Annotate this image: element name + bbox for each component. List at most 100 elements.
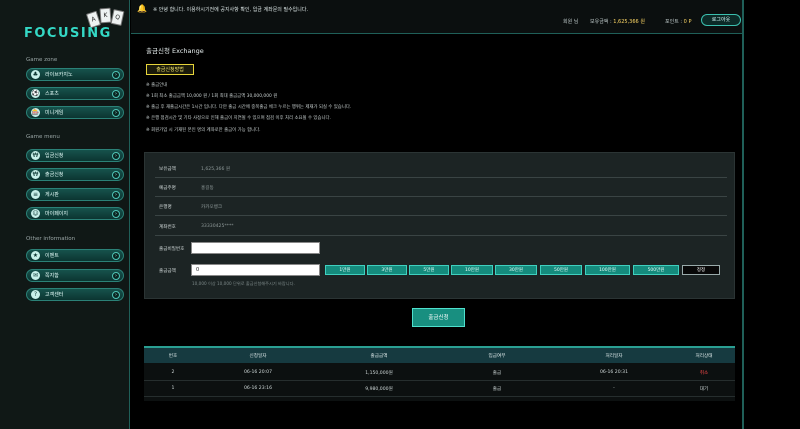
table-cell: 06-16 20:31 xyxy=(599,370,629,375)
column-header: 처리상태 xyxy=(695,354,713,359)
form-label: 은행명 xyxy=(159,205,172,210)
amount-chip-10000[interactable]: 1만원 xyxy=(325,265,365,275)
amount-chip-1000000[interactable]: 100만원 xyxy=(585,265,630,275)
support-icon: ? xyxy=(31,290,40,299)
withdraw-method-button[interactable]: 출금신청방법 xyxy=(146,64,194,75)
nav-label: 게시판 xyxy=(45,192,59,198)
site-logo[interactable]: A K Q FOCUSING xyxy=(24,7,128,44)
info-line: ※ 출금 후 재출금시간은 1시간 입니다. 다만 출금 시간에 중복출금 체크… xyxy=(146,105,352,110)
chevron-right-icon: › xyxy=(112,190,120,199)
withdraw-form: 보유금액 1,625,366 원 예금주명 홍길동 은행명 카카오뱅크 계좌번호… xyxy=(144,152,735,299)
form-value: 카카오뱅크 xyxy=(201,205,223,210)
table-header: 번호 신청일자 출금금액 입금여부 처리일자 처리상태 xyxy=(144,346,735,363)
point-label: 포인트 : xyxy=(665,19,683,25)
table-cell: 9,980,000원 xyxy=(365,387,393,392)
nav-item-withdraw[interactable]: ₩ 출금신청 › xyxy=(26,168,124,181)
chevron-right-icon: › xyxy=(112,209,120,218)
amount-chip-300000[interactable]: 30만원 xyxy=(495,265,537,275)
amount-hint: 10,000 이상 10,000 단위로 출금신청해주시기 바랍니다. xyxy=(192,281,295,286)
nav-label: 스포츠 xyxy=(45,91,59,97)
form-label: 출금비밀번호 xyxy=(159,247,185,252)
amount-reset-button[interactable]: 정정 xyxy=(682,265,720,275)
nav-label: 출금신청 xyxy=(45,172,64,178)
column-header: 입금여부 xyxy=(488,354,506,359)
top-bar: 🔔 ※ 안녕 합니다. 이용하시기전에 공지사항 확인, 입금 계좌문의 필수입… xyxy=(131,0,742,34)
nav-label: 마이페이지 xyxy=(45,211,69,217)
balance-label: 보유금액 : xyxy=(590,19,612,25)
nav-item-event[interactable]: ★ 이벤트 › xyxy=(26,249,124,262)
form-value: 홍길동 xyxy=(201,186,214,191)
bell-icon: 🔔 xyxy=(137,4,147,13)
chevron-right-icon: › xyxy=(112,290,120,299)
nav-label: 쪽지함 xyxy=(45,273,59,279)
nav-label: 입금신청 xyxy=(45,153,64,159)
form-value: 1,625,366 원 xyxy=(201,167,231,172)
nav-item-customer-center[interactable]: ? 고객센터 › xyxy=(26,288,124,301)
nav-item-messages[interactable]: ✉ 쪽지함 › xyxy=(26,269,124,282)
amount-chip-100000[interactable]: 10만원 xyxy=(451,265,493,275)
nav-label: 고객센터 xyxy=(45,292,64,298)
playing-cards-icon: A K Q xyxy=(85,6,128,29)
nav-label: 라이브카지노 xyxy=(45,72,73,78)
column-header: 번호 xyxy=(168,354,178,359)
nav-item-live-casino[interactable]: ♣ 라이브카지노 › xyxy=(26,68,124,81)
chevron-right-icon: › xyxy=(112,251,120,260)
table-cell: 1 xyxy=(171,386,175,391)
user-name: 회원 님 xyxy=(563,19,579,25)
table-cell: - xyxy=(613,386,615,391)
withdraw-history-table: 번호 신청일자 출금금액 입금여부 처리일자 처리상태 2 06-16 20:0… xyxy=(144,346,735,401)
withdraw-submit-button[interactable]: 출금신청 xyxy=(412,308,465,327)
info-line: ※ 은행 점검시간 및 기타 사정으로 인해 출금이 지연될 수 있으며 점검 … xyxy=(146,116,331,121)
table-row: 1 06-16 23:16 9,980,000원 출금 - 대기 xyxy=(144,381,735,397)
withdraw-password-input[interactable] xyxy=(191,242,320,254)
content-border xyxy=(742,0,744,429)
amount-chip-500000[interactable]: 50만원 xyxy=(540,265,582,275)
status-badge: 취소 xyxy=(699,371,709,376)
nav-label: 미니게임 xyxy=(45,110,64,116)
form-label: 보유금액 xyxy=(159,167,176,172)
nav-item-deposit[interactable]: ₩ 입금신청 › xyxy=(26,149,124,162)
nav-item-sports[interactable]: ⚽ 스포츠 › xyxy=(26,87,124,100)
logout-button[interactable]: 로그아웃 xyxy=(701,14,741,26)
nav-item-mypage[interactable]: ☺ 마이페이지 › xyxy=(26,207,124,220)
mail-icon: ✉ xyxy=(31,271,40,280)
nav-item-board[interactable]: ≡ 게시판 › xyxy=(26,188,124,201)
table-cell: 06-16 23:16 xyxy=(243,386,273,391)
soccer-ball-icon: ⚽ xyxy=(31,89,40,98)
nav-item-minigame[interactable]: 🎰 미니게임 › xyxy=(26,106,124,119)
form-label: 출금금액 xyxy=(159,269,176,274)
info-line: ※ 회원가입 시 기재된 본인 명의 계좌로만 출금이 가능 합니다. xyxy=(146,128,261,133)
table-cell: 출금 xyxy=(492,387,502,392)
nav-label: 이벤트 xyxy=(45,253,59,259)
notice-marquee[interactable]: ※ 안녕 합니다. 이용하시기전에 공지사항 확인, 입금 계좌문의 필수입니다… xyxy=(153,6,308,13)
amount-chip-30000[interactable]: 3만원 xyxy=(367,265,407,275)
amount-chip-50000[interactable]: 5만원 xyxy=(409,265,449,275)
chevron-right-icon: › xyxy=(112,151,120,160)
logo-text: FOCUSING xyxy=(24,26,112,41)
point-value: 0 P xyxy=(683,19,692,25)
user-icon: ☺ xyxy=(31,209,40,218)
section-title-other-information: Other information xyxy=(26,236,76,242)
slot-machine-icon: 🎰 xyxy=(31,108,40,117)
section-title-game-menu: Game menu xyxy=(26,134,60,140)
sidebar: A K Q FOCUSING Game zone ♣ 라이브카지노 › ⚽ 스포… xyxy=(0,0,130,429)
point-display: 포인트 : 0 P xyxy=(665,18,691,25)
form-row-bank-name: 은행명 카카오뱅크 xyxy=(155,197,727,216)
withdraw-amount-input[interactable]: 0 xyxy=(191,264,320,276)
column-header: 출금금액 xyxy=(370,354,388,359)
chevron-right-icon: › xyxy=(112,70,120,79)
chevron-right-icon: › xyxy=(112,271,120,280)
chevron-right-icon: › xyxy=(112,108,120,117)
page-title: 출금신청 Exchange xyxy=(146,47,204,55)
status-badge: 대기 xyxy=(699,387,709,392)
table-cell: 1,150,000원 xyxy=(365,371,393,376)
withdraw-icon: ₩ xyxy=(31,170,40,179)
form-row-balance: 보유금액 1,625,366 원 xyxy=(155,159,727,178)
table-cell: 2 xyxy=(171,370,175,375)
form-row-account-number: 계좌번호 33330425**** xyxy=(155,217,727,236)
amount-chip-5000000[interactable]: 500만원 xyxy=(633,265,679,275)
column-header: 처리일자 xyxy=(605,354,623,359)
form-row-account-holder: 예금주명 홍길동 xyxy=(155,178,727,197)
form-label: 예금주명 xyxy=(159,186,176,191)
card-icon: Q xyxy=(110,9,125,26)
